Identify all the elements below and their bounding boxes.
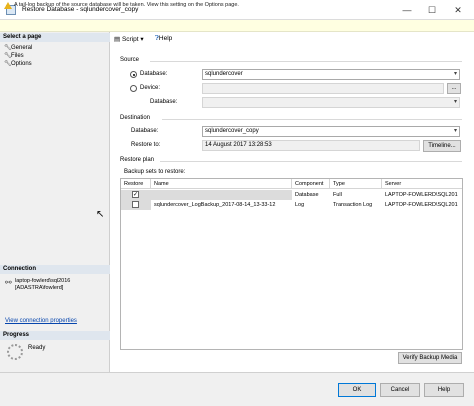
progress-spinner-icon <box>7 344 23 360</box>
restore-checkbox[interactable] <box>132 201 139 208</box>
column-header-server[interactable]: Server <box>382 179 462 189</box>
divider <box>160 161 462 162</box>
chevron-down-icon: ▾ <box>453 71 457 77</box>
row-name: sqlundercover_LogBackup_2017-08-14_13-33… <box>154 202 276 208</box>
connection-server: laptop-fowlerd\sql2016 <box>15 278 71 284</box>
column-header-component[interactable]: Component <box>292 179 330 189</box>
column-header-name[interactable]: Name <box>151 179 292 189</box>
column-header-restore[interactable]: Restore <box>121 179 151 189</box>
help-button[interactable]: ❓︎Help <box>155 35 172 43</box>
device-database-select[interactable]: ▾ <box>202 97 460 108</box>
database-radio[interactable] <box>130 71 137 78</box>
device-radio[interactable] <box>130 85 137 92</box>
row-name <box>151 190 292 200</box>
view-connection-properties-link[interactable]: View connection properties <box>5 318 77 324</box>
info-bar-text: A tail-log backup of the source database… <box>14 2 239 8</box>
device-browse-button[interactable]: ... <box>447 83 461 94</box>
restore-to-label: Restore to: <box>131 142 161 148</box>
select-page-header: Select a page <box>0 33 110 42</box>
wrench-icon: 🔧︎ <box>4 61 12 67</box>
connection-user: [ADASTRA\fowlerd] <box>15 285 64 291</box>
close-icon[interactable]: ✕ <box>447 3 469 17</box>
page-item-options[interactable]: 🔧︎Options <box>4 60 32 67</box>
divider <box>150 61 462 62</box>
wrench-icon: 🔧︎ <box>4 53 12 59</box>
ok-button[interactable]: OK <box>338 383 376 397</box>
timeline-button[interactable]: Timeline... <box>423 140 461 152</box>
script-icon: ▤ <box>114 36 122 43</box>
chevron-down-icon: ▾ <box>453 99 457 105</box>
row-type: Transaction Log <box>333 202 373 208</box>
backup-sets-grid[interactable]: Restore Name Component Type Server ✓ Dat… <box>120 178 463 350</box>
destination-database-select[interactable]: sqlundercover_copy ▾ <box>202 126 460 137</box>
device-radio-label: Device: <box>140 85 161 91</box>
page-item-files[interactable]: 🔧︎Files <box>4 52 24 59</box>
column-header-type[interactable]: Type <box>330 179 382 189</box>
row-server: LAPTOP-FOWLERD\SQL201 <box>385 192 458 198</box>
row-server: LAPTOP-FOWLERD\SQL201 <box>385 202 458 208</box>
maximize-icon[interactable]: ☐ <box>421 3 443 17</box>
database-radio-label: Database: <box>140 71 168 77</box>
script-button[interactable]: ▤ Script ▾ <box>114 35 144 43</box>
device-input[interactable] <box>202 83 444 94</box>
source-group-header: Source <box>120 57 140 63</box>
verify-backup-media-button[interactable]: Verify Backup Media <box>398 352 462 364</box>
connection-icon: ⚯ <box>5 278 12 287</box>
row-component: Database <box>295 192 319 198</box>
page-item-general[interactable]: 🔧︎General <box>4 44 32 51</box>
row-component: Log <box>295 202 305 208</box>
divider <box>162 119 462 120</box>
restore-to-field: 14 August 2017 13:28:53 <box>202 140 420 151</box>
chevron-down-icon: ▾ <box>453 128 457 134</box>
chevron-down-icon: ▾ <box>138 36 144 43</box>
destination-group-header: Destination <box>120 115 151 121</box>
progress-status: Ready <box>28 345 46 351</box>
restore-checkbox[interactable]: ✓ <box>132 191 139 198</box>
wrench-icon: 🔧︎ <box>4 45 12 51</box>
cancel-button[interactable]: Cancel <box>380 383 420 397</box>
info-bar <box>0 20 474 32</box>
footer-help-button[interactable]: Help <box>424 383 464 397</box>
mouse-cursor-icon: ↖ <box>96 209 105 220</box>
source-database-select[interactable]: sqlundercover ▾ <box>202 69 460 80</box>
restore-plan-header: Restore plan <box>120 157 155 163</box>
source-device-database-label: Database: <box>150 99 178 105</box>
minimize-icon[interactable]: — <box>396 3 418 17</box>
progress-header: Progress <box>0 331 110 340</box>
row-type: Full <box>333 192 342 198</box>
warning-icon <box>4 2 12 9</box>
destination-database-label: Database: <box>131 128 159 134</box>
connection-header: Connection <box>0 265 110 274</box>
backup-sets-label: Backup sets to restore: <box>124 169 186 175</box>
